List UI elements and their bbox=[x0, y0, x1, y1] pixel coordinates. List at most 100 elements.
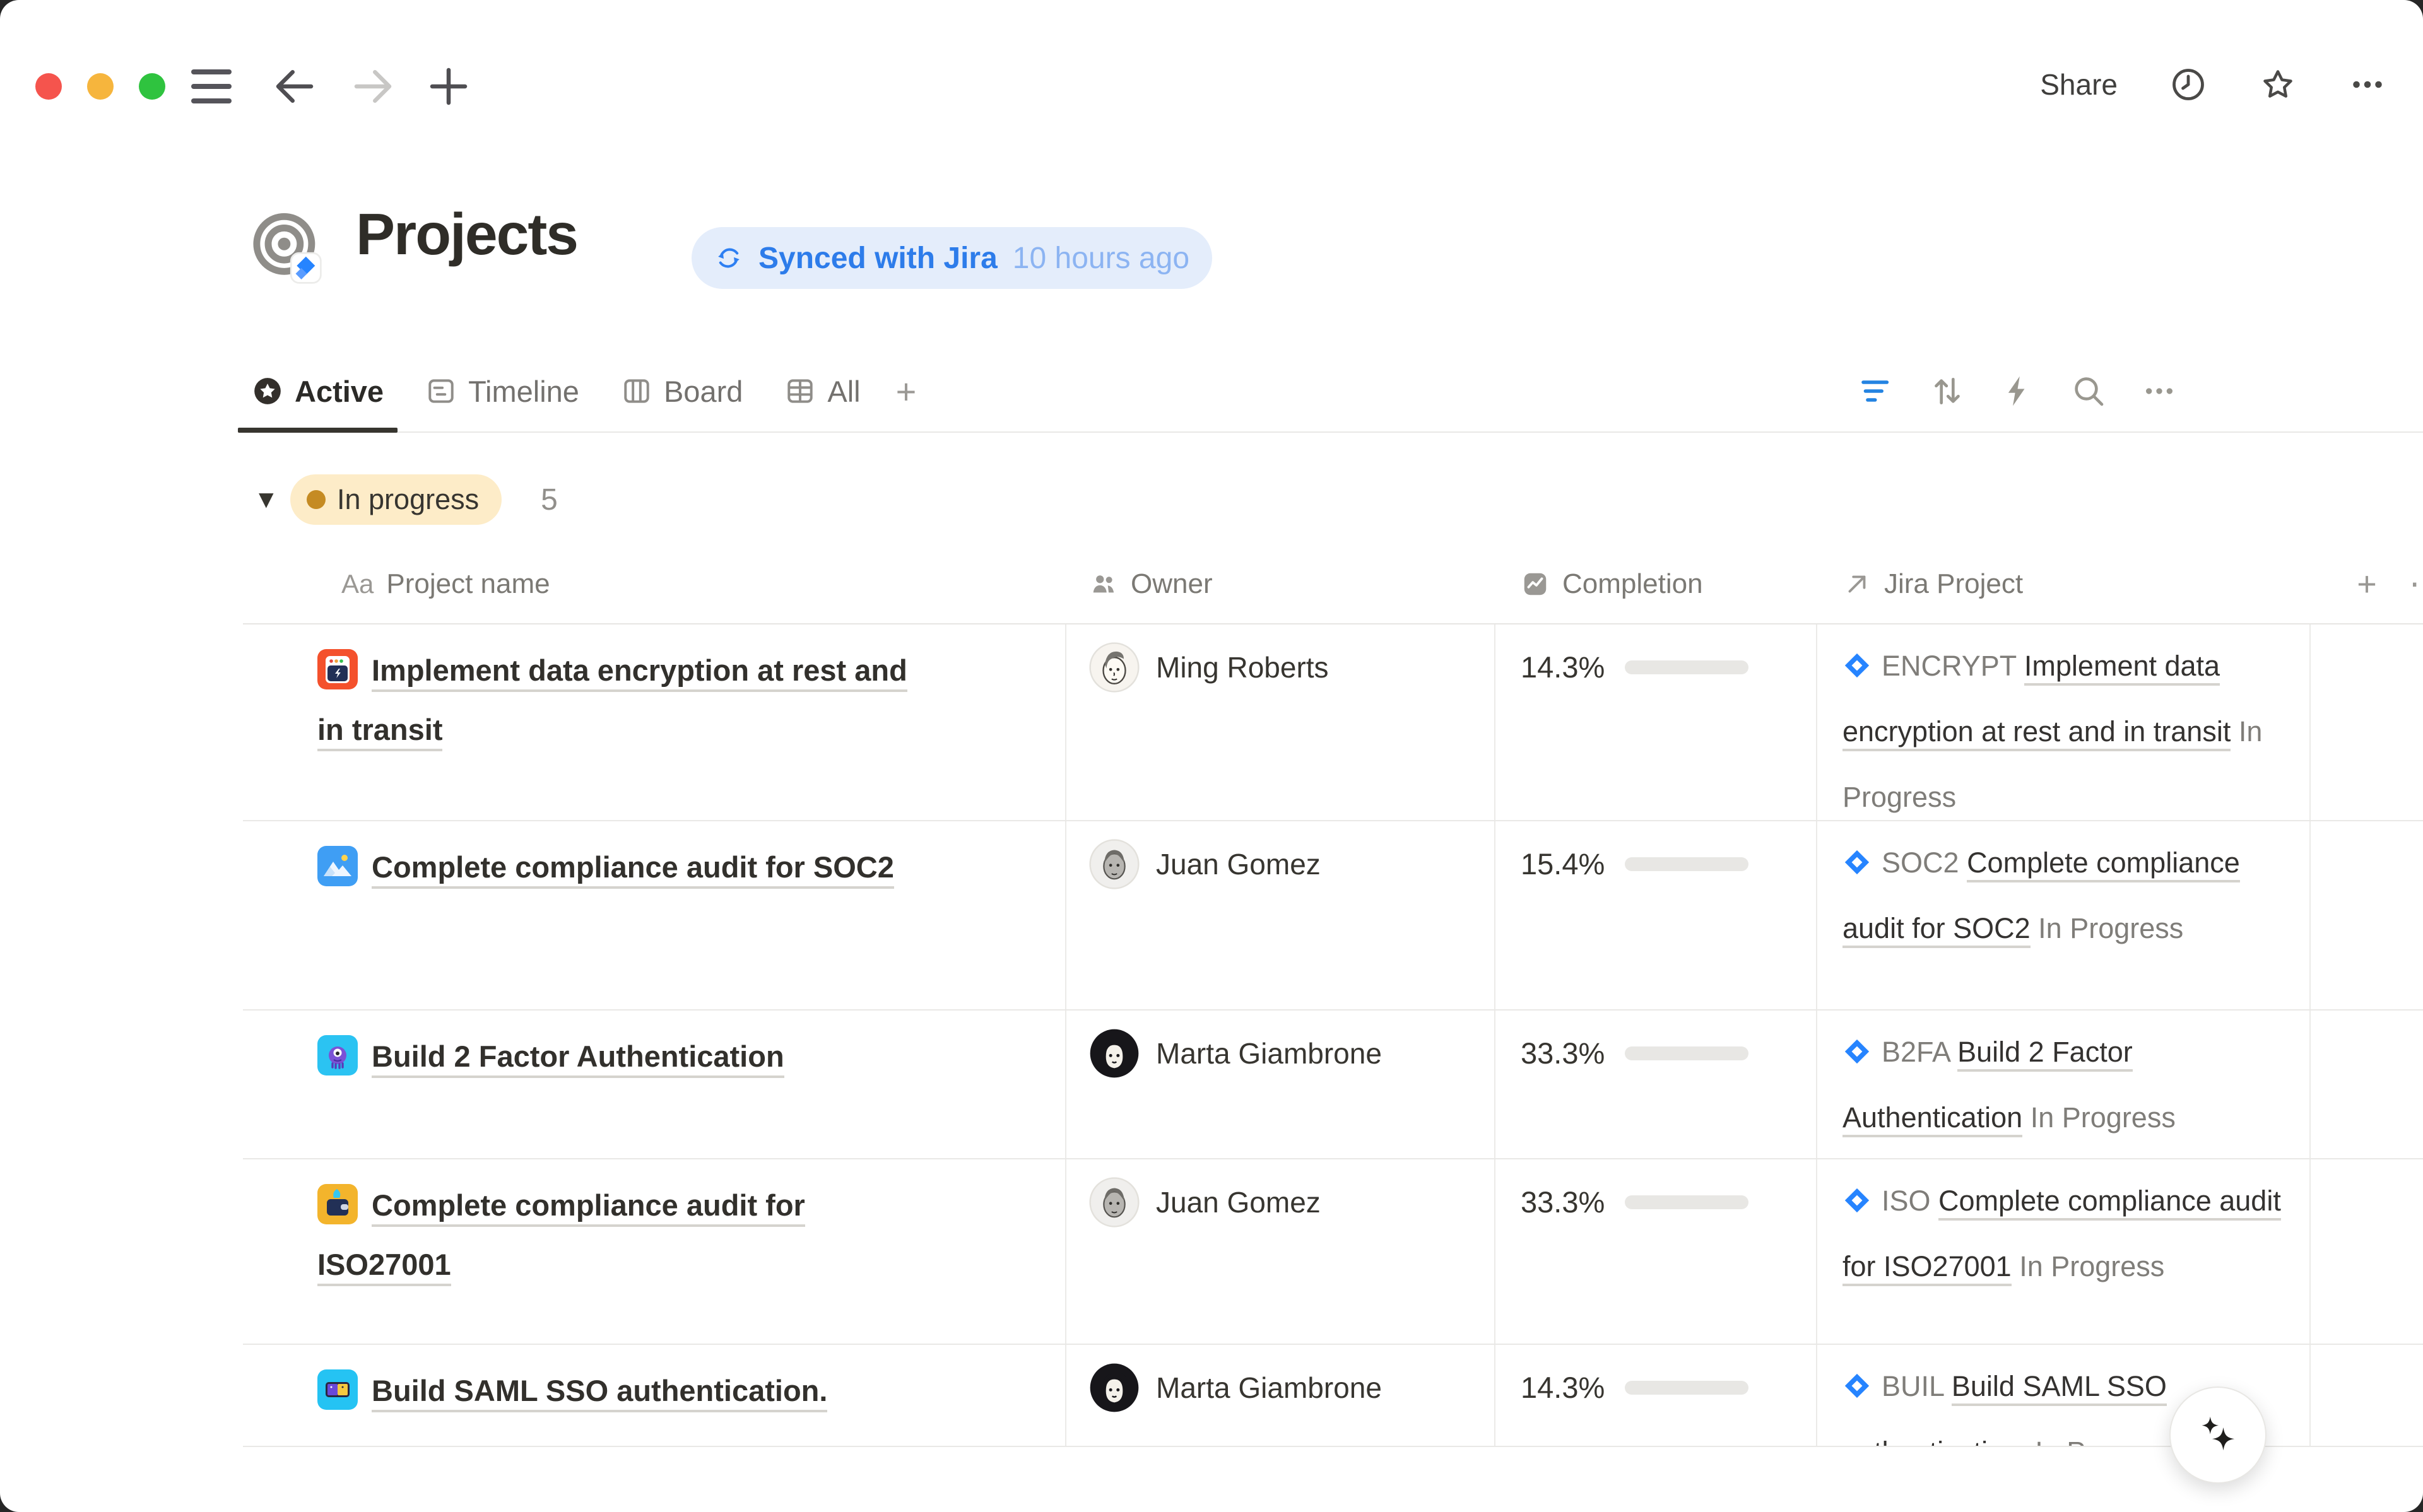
chart-icon bbox=[1521, 570, 1550, 599]
view-toolbar bbox=[1859, 351, 2177, 431]
project-name-cell[interactable]: Complete compliance audit for SOC2 bbox=[243, 821, 1066, 1009]
tab-label: Board bbox=[664, 374, 743, 409]
owner-name: Juan Gomez bbox=[1156, 839, 1321, 889]
jira-sync-badge[interactable]: Synced with Jira 10 hours ago bbox=[692, 227, 1212, 289]
project-name-cell[interactable]: Implement data encryption at rest and in… bbox=[243, 624, 1066, 820]
project-name-cell[interactable]: Build 2 Factor Authentication bbox=[243, 1011, 1066, 1158]
star-icon[interactable] bbox=[2259, 66, 2297, 103]
jira-project-cell[interactable]: B2FA Build 2 Factor Authentication In Pr… bbox=[1817, 1011, 2311, 1158]
column-header-project-name[interactable]: Aa Project name bbox=[243, 568, 1066, 600]
more-icon[interactable] bbox=[2142, 373, 2177, 409]
jira-project-cell[interactable]: ISO Complete compliance audit for ISO270… bbox=[1817, 1159, 2311, 1344]
jira-key: ENCRYPT bbox=[1882, 650, 2016, 682]
table-row[interactable]: Complete compliance audit for ISO27001 J… bbox=[243, 1159, 2423, 1345]
more-icon[interactable] bbox=[2349, 66, 2386, 103]
add-view-button[interactable]: + bbox=[896, 371, 917, 412]
mountain-icon bbox=[317, 846, 358, 886]
jira-icon bbox=[1842, 848, 1872, 877]
group-status-badge[interactable]: In progress bbox=[290, 474, 502, 525]
completion-cell[interactable]: 14.3% bbox=[1495, 624, 1817, 820]
new-tab-plus-icon[interactable] bbox=[424, 62, 473, 111]
filter-icon[interactable] bbox=[1859, 373, 1894, 409]
sort-icon[interactable] bbox=[1930, 373, 1965, 409]
collapse-toggle-icon[interactable]: ▼ bbox=[254, 486, 290, 514]
more-icon[interactable]: ⋯ bbox=[2409, 565, 2423, 603]
table-header-row: Aa Project name Owner Completion Jira Pr… bbox=[243, 545, 2423, 624]
progress-bar bbox=[1625, 1381, 1748, 1395]
sync-badge-label: Synced with Jira bbox=[758, 241, 998, 276]
minimize-window-button[interactable] bbox=[87, 73, 114, 100]
owner-cell[interactable]: Marta Giambrone bbox=[1066, 1011, 1495, 1158]
clock-icon[interactable] bbox=[2169, 66, 2207, 103]
progress-bar bbox=[1625, 1195, 1748, 1209]
table-row[interactable]: Complete compliance audit for SOC2 Juan … bbox=[243, 821, 2423, 1011]
tab-label: All bbox=[827, 374, 860, 409]
tab-timeline[interactable]: Timeline bbox=[425, 351, 579, 431]
owner-name: Marta Giambrone bbox=[1156, 1028, 1382, 1079]
progress-bar bbox=[1625, 1046, 1748, 1060]
group-header: ▼ In progress 5 bbox=[254, 468, 558, 531]
project-title-link[interactable]: Complete compliance audit for SOC2 bbox=[372, 850, 894, 889]
sidebar-menu-icon[interactable] bbox=[191, 69, 232, 103]
project-name-cell[interactable]: Complete compliance audit for ISO27001 bbox=[243, 1159, 1066, 1344]
table-row[interactable]: Build SAML SSO authentication. Marta Gia… bbox=[243, 1345, 2423, 1447]
tab-all[interactable]: All bbox=[784, 351, 860, 431]
star-view-icon bbox=[252, 375, 283, 407]
projects-table: Aa Project name Owner Completion Jira Pr… bbox=[243, 545, 2423, 1447]
owner-cell[interactable]: Juan Gomez bbox=[1066, 1159, 1495, 1344]
completion-percent: 33.3% bbox=[1521, 1178, 1605, 1226]
table-row[interactable]: Build 2 Factor Authentication Marta Giam… bbox=[243, 1011, 2423, 1159]
column-header-jira-project[interactable]: Jira Project bbox=[1817, 568, 2311, 600]
table-row[interactable]: Implement data encryption at rest and in… bbox=[243, 624, 2423, 821]
owner-name: Marta Giambrone bbox=[1156, 1363, 1382, 1413]
column-header-owner[interactable]: Owner bbox=[1066, 568, 1495, 600]
completion-cell[interactable]: 33.3% bbox=[1495, 1011, 1817, 1158]
owner-cell[interactable]: Juan Gomez bbox=[1066, 821, 1495, 1009]
project-title-link[interactable]: Build 2 Factor Authentication bbox=[372, 1040, 784, 1078]
table-view-icon bbox=[784, 375, 816, 407]
jira-status: In Progress bbox=[2031, 1101, 2176, 1134]
board-view-icon bbox=[621, 375, 652, 407]
jira-icon bbox=[1842, 651, 1872, 680]
zap-icon[interactable] bbox=[2000, 373, 2036, 409]
jira-key: BUIL bbox=[1882, 1370, 1943, 1402]
search-icon[interactable] bbox=[2071, 373, 2106, 409]
status-dot-icon bbox=[307, 490, 326, 509]
progress-bar bbox=[1625, 857, 1748, 871]
completion-cell[interactable]: 14.3% bbox=[1495, 1345, 1817, 1446]
share-button[interactable]: Share bbox=[2040, 67, 2118, 102]
sparkle-icon bbox=[2193, 1410, 2243, 1460]
jira-icon bbox=[1842, 1037, 1872, 1066]
avatar bbox=[1089, 839, 1140, 889]
ai-assistant-button[interactable] bbox=[2169, 1386, 2267, 1484]
column-label: Owner bbox=[1131, 568, 1213, 600]
column-header-completion[interactable]: Completion bbox=[1495, 568, 1817, 600]
close-window-button[interactable] bbox=[35, 73, 62, 100]
project-title-link[interactable]: Build SAML SSO authentication. bbox=[372, 1374, 827, 1412]
tab-label: Active bbox=[295, 374, 384, 409]
jira-status: In Progress bbox=[2035, 1436, 2180, 1447]
completion-cell[interactable]: 33.3% bbox=[1495, 1159, 1817, 1344]
text-icon: Aa bbox=[341, 569, 374, 599]
owner-cell[interactable]: Ming Roberts bbox=[1066, 624, 1495, 820]
maximize-window-button[interactable] bbox=[139, 73, 165, 100]
forward-icon[interactable] bbox=[348, 62, 398, 111]
jira-project-cell[interactable]: SOC2 Complete compliance audit for SOC2 … bbox=[1817, 821, 2311, 1009]
project-title-link[interactable]: Implement data encryption at rest and in… bbox=[317, 653, 907, 751]
sync-icon bbox=[714, 243, 743, 273]
progress-bar bbox=[1625, 660, 1748, 674]
keyboard-icon bbox=[317, 1369, 358, 1410]
avatar bbox=[1089, 642, 1140, 693]
jira-icon bbox=[1842, 1186, 1872, 1215]
target-jira-icon[interactable] bbox=[250, 212, 323, 285]
completion-percent: 14.3% bbox=[1521, 1364, 1605, 1412]
project-title-link[interactable]: Complete compliance audit for ISO27001 bbox=[317, 1188, 805, 1286]
project-name-cell[interactable]: Build SAML SSO authentication. bbox=[243, 1345, 1066, 1446]
tab-board[interactable]: Board bbox=[621, 351, 743, 431]
owner-cell[interactable]: Marta Giambrone bbox=[1066, 1345, 1495, 1446]
completion-cell[interactable]: 15.4% bbox=[1495, 821, 1817, 1009]
tab-active[interactable]: Active bbox=[252, 351, 384, 431]
add-column-button[interactable]: + ⋯ bbox=[2311, 565, 2423, 604]
jira-project-cell[interactable]: ENCRYPT Implement data encryption at res… bbox=[1817, 624, 2311, 820]
back-icon[interactable] bbox=[270, 62, 319, 111]
